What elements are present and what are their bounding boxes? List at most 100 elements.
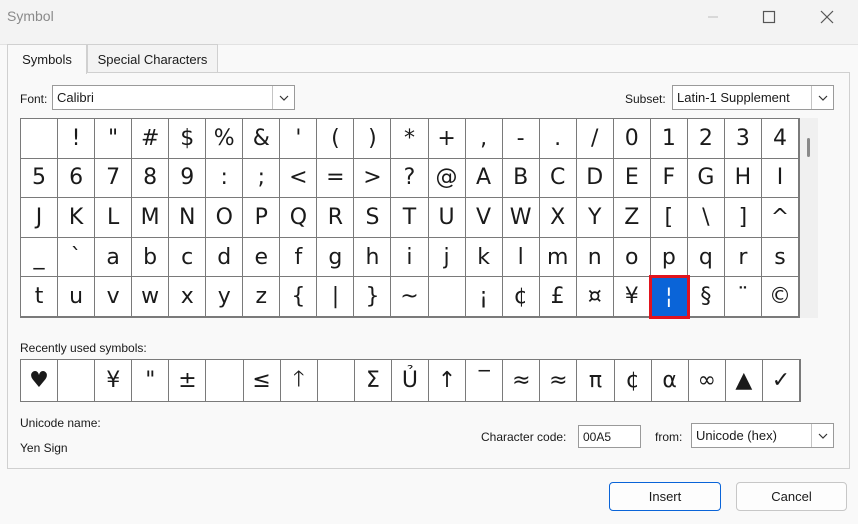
symbol-grid-scrollbar[interactable] bbox=[800, 118, 818, 318]
close-button[interactable] bbox=[798, 0, 856, 34]
recent-symbol-cell[interactable] bbox=[58, 360, 96, 401]
minimize-button[interactable] bbox=[684, 0, 742, 34]
symbol-cell[interactable]: J bbox=[21, 198, 59, 238]
symbol-cell[interactable]: % bbox=[206, 119, 244, 159]
symbol-cell[interactable]: F bbox=[650, 158, 688, 199]
symbol-cell[interactable] bbox=[21, 119, 59, 159]
recent-symbol-cell[interactable]: ✓ bbox=[763, 360, 800, 401]
recent-symbol-cell[interactable]: " bbox=[132, 360, 170, 401]
insert-button[interactable]: Insert bbox=[609, 482, 721, 511]
from-dropdown-arrow[interactable] bbox=[811, 424, 833, 447]
scrollbar-thumb[interactable] bbox=[807, 138, 810, 157]
symbol-cell[interactable]: c bbox=[169, 237, 207, 278]
symbol-cell[interactable]: ` bbox=[58, 237, 96, 278]
symbol-cell[interactable]: j bbox=[428, 237, 466, 278]
symbol-cell[interactable]: T bbox=[391, 198, 429, 238]
recent-symbol-cell[interactable]: Σ bbox=[355, 360, 392, 401]
symbol-cell[interactable]: d bbox=[206, 237, 244, 278]
symbol-cell[interactable]: W bbox=[502, 198, 540, 238]
symbol-cell[interactable]: s bbox=[761, 237, 799, 278]
symbol-cell[interactable]: < bbox=[280, 158, 318, 199]
symbol-cell[interactable]: | bbox=[317, 277, 355, 317]
symbol-cell[interactable]: b bbox=[132, 237, 170, 278]
symbol-cell[interactable]: Y bbox=[576, 198, 614, 238]
symbol-cell[interactable]: 5 bbox=[21, 158, 59, 199]
symbol-cell[interactable]: O bbox=[206, 198, 244, 238]
maximize-button[interactable] bbox=[740, 0, 798, 34]
symbol-cell[interactable]: R bbox=[317, 198, 355, 238]
symbol-cell[interactable]: * bbox=[391, 119, 429, 159]
symbol-cell[interactable]: E bbox=[613, 158, 651, 199]
recent-symbol-cell[interactable]: ≈ bbox=[540, 360, 578, 401]
symbol-cell[interactable]: ] bbox=[724, 198, 762, 238]
symbol-cell[interactable]: 4 bbox=[761, 119, 799, 159]
symbol-cell[interactable]: ¨ bbox=[724, 277, 762, 317]
symbol-cell[interactable]: ~ bbox=[391, 277, 429, 317]
recent-symbol-cell[interactable]: ↑ bbox=[429, 360, 467, 401]
symbol-cell[interactable]: ¤ bbox=[576, 277, 614, 317]
tab-symbols[interactable]: Symbols bbox=[7, 44, 87, 74]
symbol-cell[interactable]: z bbox=[243, 277, 281, 317]
symbol-cell[interactable]: S bbox=[354, 198, 392, 238]
recent-symbol-cell[interactable]: ≈ bbox=[503, 360, 541, 401]
symbol-cell[interactable]: # bbox=[132, 119, 170, 159]
recent-symbol-cell[interactable]: ¥ bbox=[95, 360, 133, 401]
symbol-cell[interactable]: © bbox=[761, 277, 799, 317]
symbol-cell[interactable]: 2 bbox=[687, 119, 725, 159]
symbol-cell[interactable]: w bbox=[132, 277, 170, 317]
subset-dropdown-arrow[interactable] bbox=[811, 86, 833, 109]
symbol-cell[interactable]: e bbox=[243, 237, 281, 278]
symbol-cell[interactable]: . bbox=[539, 119, 577, 159]
symbol-cell[interactable]: r bbox=[724, 237, 762, 278]
symbol-cell[interactable]: : bbox=[206, 158, 244, 199]
symbol-cell[interactable]: 3 bbox=[724, 119, 762, 159]
recent-symbol-cell[interactable] bbox=[206, 360, 244, 401]
symbol-cell[interactable]: 6 bbox=[58, 158, 96, 199]
symbol-cell[interactable]: a bbox=[95, 237, 133, 278]
recent-symbol-cell[interactable] bbox=[318, 360, 355, 401]
recent-symbol-cell[interactable]: ‾ bbox=[466, 360, 504, 401]
symbol-cell[interactable]: M bbox=[132, 198, 170, 238]
symbol-cell[interactable]: & bbox=[243, 119, 281, 159]
symbol-cell[interactable]: ' bbox=[280, 119, 318, 159]
symbol-cell[interactable]: _ bbox=[21, 237, 59, 278]
recent-symbol-cell[interactable]: ± bbox=[169, 360, 207, 401]
font-dropdown-arrow[interactable] bbox=[272, 86, 294, 109]
symbol-cell[interactable]: o bbox=[613, 237, 651, 278]
symbol-cell[interactable]: { bbox=[280, 277, 318, 317]
symbol-cell[interactable]: X bbox=[539, 198, 577, 238]
symbol-cell[interactable] bbox=[428, 277, 466, 317]
symbol-cell[interactable]: l bbox=[502, 237, 540, 278]
recent-symbol-cell[interactable]: Ủ bbox=[392, 360, 430, 401]
symbol-cell[interactable]: x bbox=[169, 277, 207, 317]
symbol-cell[interactable]: P bbox=[243, 198, 281, 238]
symbol-cell[interactable]: = bbox=[317, 158, 355, 199]
symbol-cell[interactable]: 9 bbox=[169, 158, 207, 199]
symbol-cell[interactable]: n bbox=[576, 237, 614, 278]
symbol-cell[interactable]: 8 bbox=[132, 158, 170, 199]
symbol-cell[interactable]: - bbox=[502, 119, 540, 159]
symbol-cell[interactable]: @ bbox=[428, 158, 466, 199]
symbol-cell[interactable]: q bbox=[687, 237, 725, 278]
symbol-cell[interactable]: ¡ bbox=[465, 277, 503, 317]
symbol-cell[interactable]: U bbox=[428, 198, 466, 238]
symbol-cell[interactable]: p bbox=[650, 237, 688, 278]
symbol-cell[interactable]: 1 bbox=[650, 119, 688, 159]
symbol-cell[interactable]: ? bbox=[391, 158, 429, 199]
symbol-cell[interactable]: § bbox=[687, 277, 725, 317]
symbol-cell[interactable]: } bbox=[354, 277, 392, 317]
symbol-cell[interactable]: \ bbox=[687, 198, 725, 238]
symbol-cell[interactable]: Q bbox=[280, 198, 318, 238]
symbol-cell[interactable]: C bbox=[539, 158, 577, 199]
symbol-cell[interactable]: / bbox=[576, 119, 614, 159]
symbol-cell[interactable]: f bbox=[280, 237, 318, 278]
symbol-cell-selected[interactable]: ¦ bbox=[648, 275, 690, 319]
symbol-cell[interactable]: h bbox=[354, 237, 392, 278]
symbol-cell[interactable]: £ bbox=[539, 277, 577, 317]
symbol-cell[interactable]: i bbox=[391, 237, 429, 278]
symbol-cell[interactable]: L bbox=[95, 198, 133, 238]
symbol-cell[interactable]: [ bbox=[650, 198, 688, 238]
font-dropdown[interactable]: Calibri bbox=[52, 85, 295, 110]
character-code-input[interactable]: 00A5 bbox=[578, 425, 641, 448]
symbol-cell[interactable]: ¢ bbox=[502, 277, 540, 317]
